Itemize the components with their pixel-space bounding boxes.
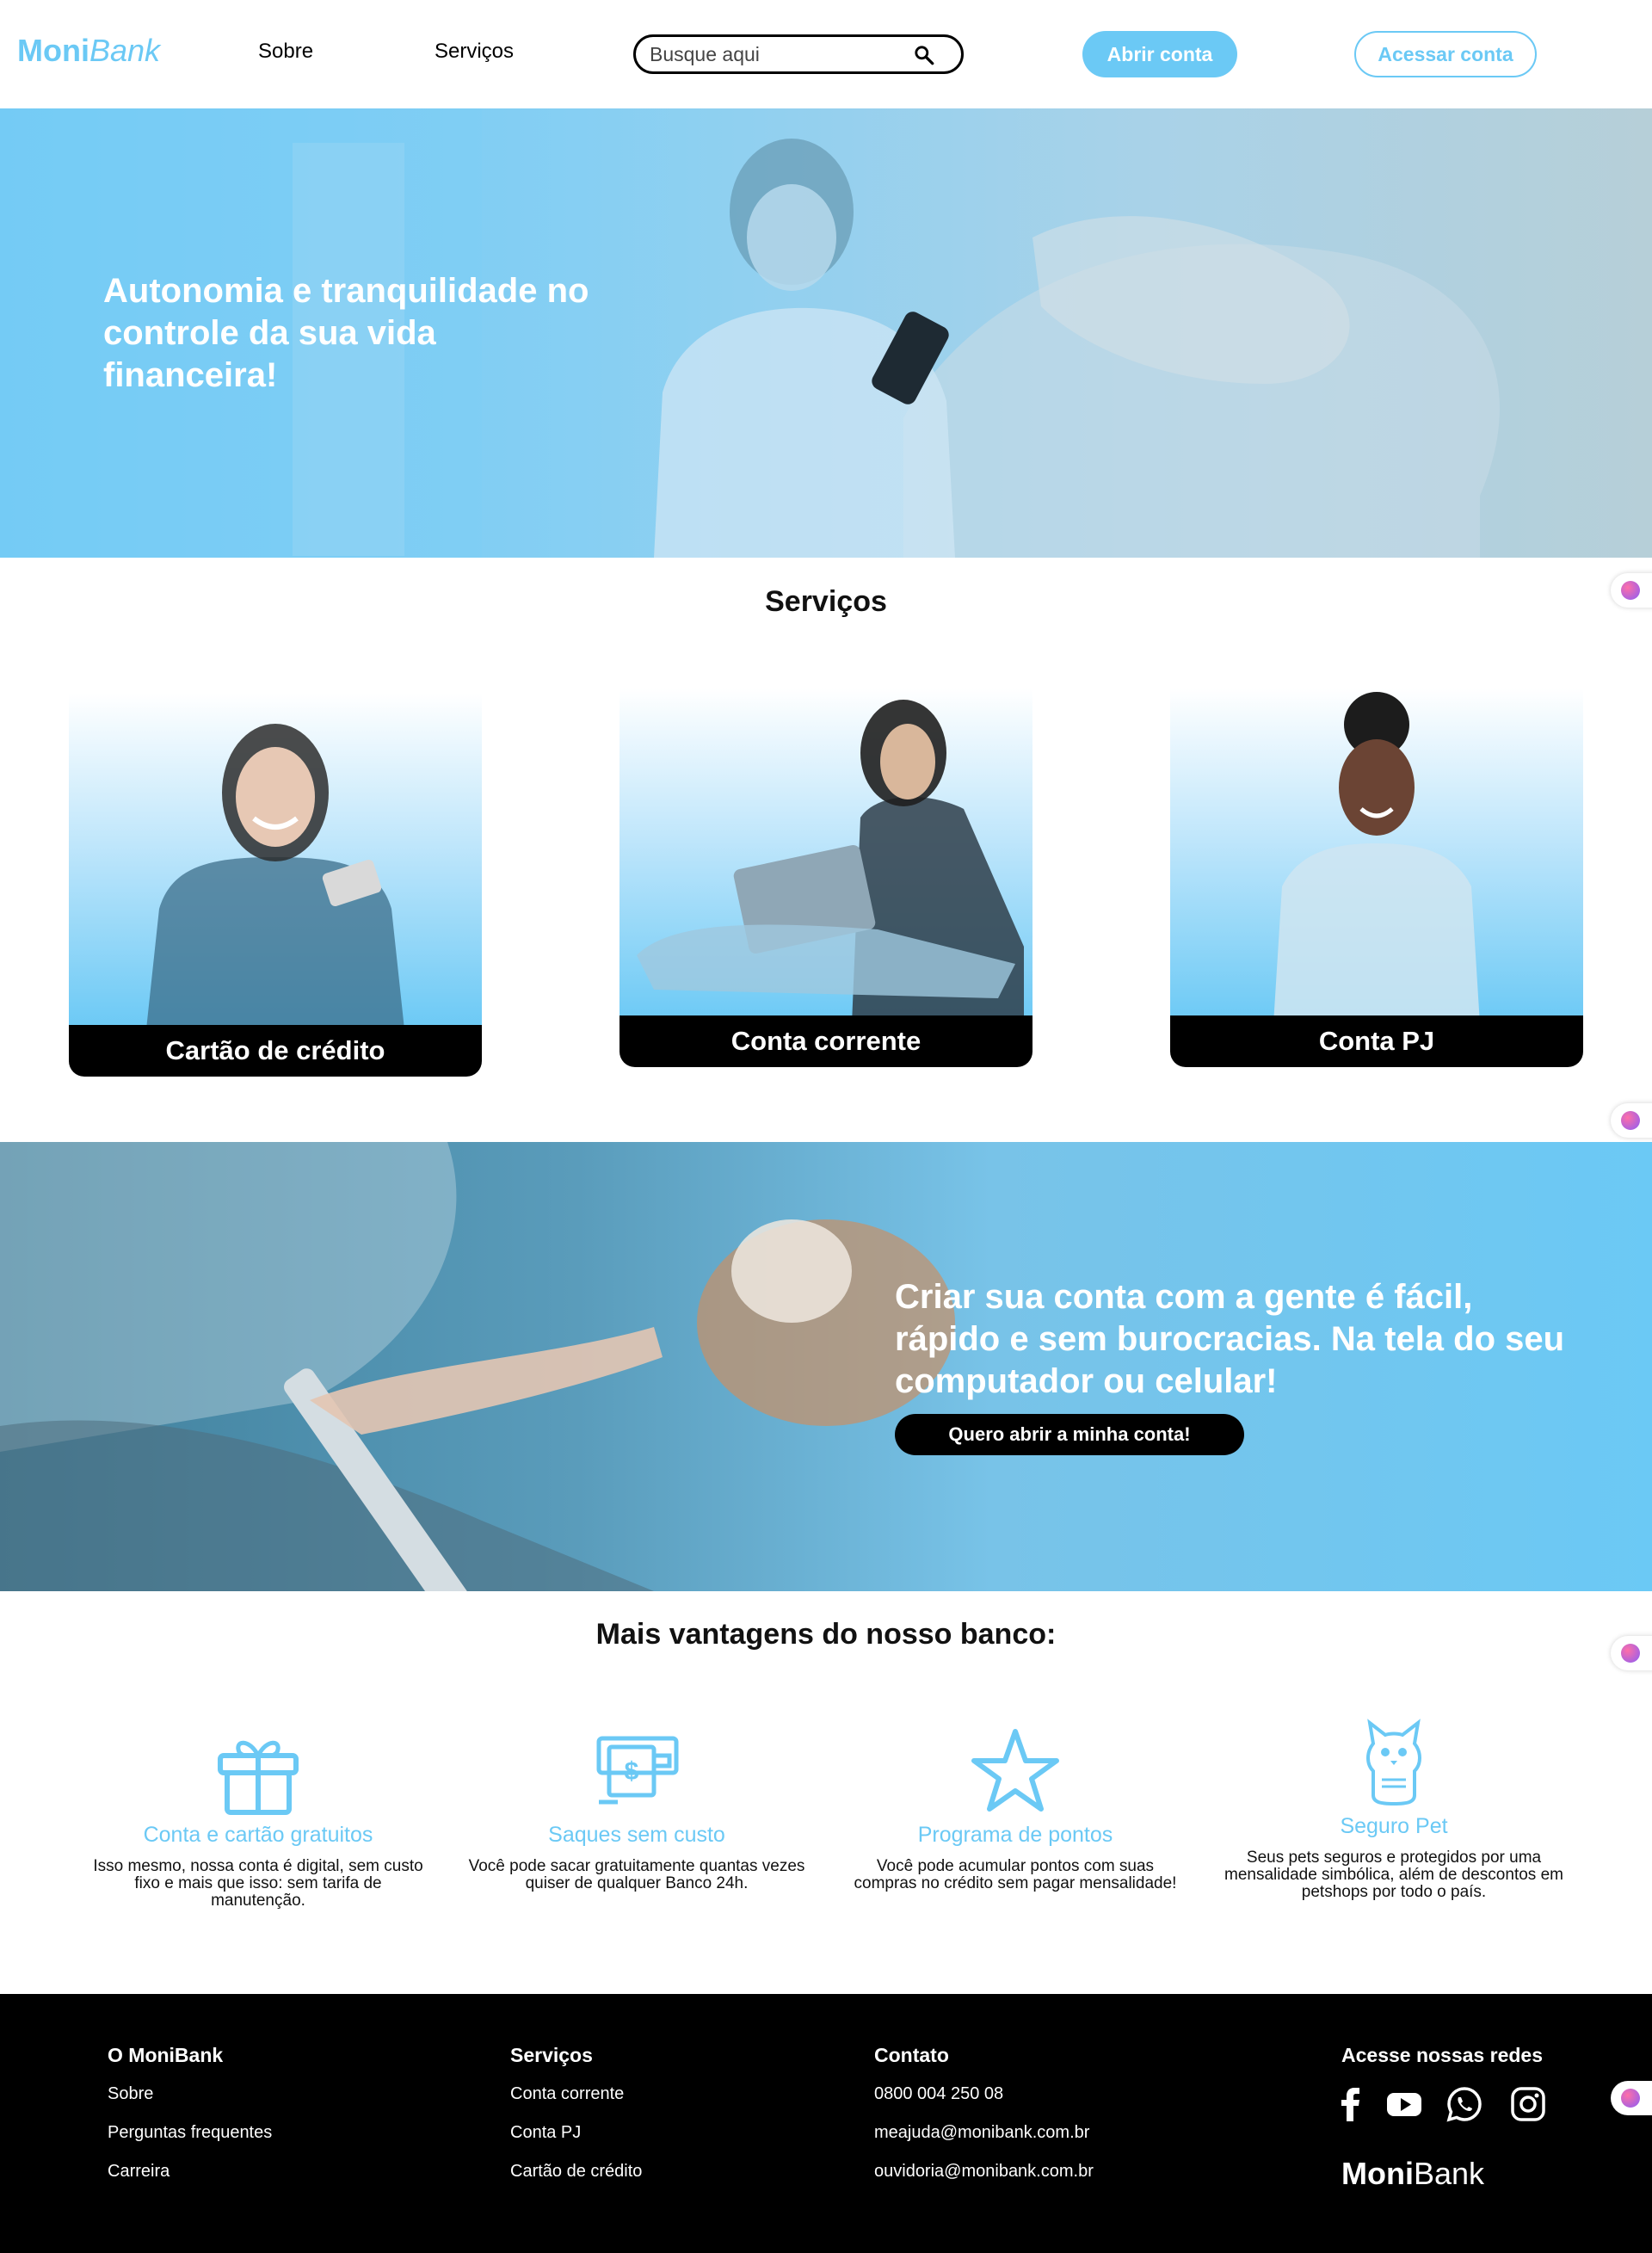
youtube-icon[interactable] <box>1385 2085 1423 2123</box>
service-card-pj-account[interactable]: Conta PJ <box>1170 688 1583 1067</box>
footer-heading: O MoniBank <box>108 2044 224 2066</box>
woman-with-card-photo <box>146 724 404 1029</box>
advantage-item: Seguro Pet Seus pets seguros e protegido… <box>1222 1718 1566 1901</box>
site-header: MoniBank Sobre Serviços Abrir conta Aces… <box>0 0 1652 108</box>
advantage-text: Seus pets seguros e protegidos por uma m… <box>1224 1849 1563 1901</box>
footer-link-carreira[interactable]: Carreira <box>108 2162 272 2182</box>
service-card-image <box>1170 688 1583 1024</box>
promo-banner: Criar sua conta com a gente é fácil, ráp… <box>0 1142 1652 1591</box>
service-card-label: Conta corrente <box>620 1015 1032 1067</box>
cash-withdraw-icon: $ <box>596 1736 679 1805</box>
floating-widget-button[interactable] <box>1611 573 1652 608</box>
cat-icon <box>1366 1719 1421 1806</box>
advantage-text: Isso mesmo, nossa conta é digital, sem c… <box>93 1857 423 1910</box>
footer-email-help[interactable]: meajuda@monibank.com.br <box>874 2123 1094 2143</box>
monibank-logo[interactable]: MoniBank <box>17 33 160 69</box>
advantage-title: Programa de pontos <box>917 1823 1113 1847</box>
footer-link-faq[interactable]: Perguntas frequentes <box>108 2123 272 2143</box>
footer-social-heading: Acesse nossas redes <box>1341 2044 1543 2066</box>
search-input[interactable] <box>650 42 908 66</box>
open-my-account-button[interactable]: Quero abrir a minha conta! <box>895 1414 1244 1455</box>
advantage-title: Saques sem custo <box>548 1823 725 1847</box>
service-card-image <box>620 688 1032 1024</box>
service-card-image <box>69 694 482 1029</box>
advantage-title: Seguro Pet <box>1340 1814 1448 1838</box>
advantages-title: Mais vantagens do nosso banco: <box>595 1618 1057 1651</box>
site-footer: O MoniBank Sobre Perguntas frequentes Ca… <box>0 1994 1652 2253</box>
advantage-text: Você pode sacar gratuitamente quantas ve… <box>468 1857 805 1892</box>
service-card-label: Cartão de crédito <box>69 1025 482 1077</box>
nav-servicos-link[interactable]: Serviços <box>435 40 514 64</box>
footer-link-sobre[interactable]: Sobre <box>108 2084 272 2104</box>
footer-heading: Serviços <box>510 2044 593 2066</box>
footer-logo: MoniBank <box>1341 2156 1485 2191</box>
footer-column-monibank: O MoniBank Sobre Perguntas frequentes Ca… <box>108 2044 272 2201</box>
hero-title: Autonomia e tranquilidade no controle da… <box>103 272 589 394</box>
service-card-label: Conta PJ <box>1170 1015 1583 1067</box>
floating-widget-button[interactable] <box>1611 2081 1652 2115</box>
access-account-button[interactable]: Acessar conta <box>1354 31 1537 77</box>
hero-banner: Autonomia e tranquilidade no controle da… <box>0 108 1652 558</box>
whatsapp-icon[interactable] <box>1446 2085 1483 2123</box>
footer-heading: Contato <box>874 2044 949 2066</box>
instagram-icon[interactable] <box>1509 2085 1547 2123</box>
open-account-button[interactable]: Abrir conta <box>1082 31 1237 77</box>
brain-icon <box>1621 1644 1640 1663</box>
advantage-item: $ Saques sem custo Você pode sacar gratu… <box>465 1726 809 1892</box>
services-title: Serviços <box>765 585 887 618</box>
brain-icon <box>1621 2089 1640 2108</box>
footer-phone[interactable]: 0800 004 250 08 <box>874 2084 1094 2104</box>
brain-icon <box>1621 581 1640 600</box>
footer-link-conta-corrente[interactable]: Conta corrente <box>510 2084 642 2104</box>
advantage-text: Você pode acumular pontos com suas compr… <box>854 1857 1177 1892</box>
floating-widget-button[interactable] <box>1611 1103 1652 1138</box>
nav-sobre-link[interactable]: Sobre <box>258 40 313 64</box>
facebook-icon[interactable] <box>1332 2085 1370 2123</box>
man-with-laptop-photo <box>637 700 1024 1024</box>
service-card-credit-card[interactable]: Cartão de crédito <box>69 694 482 1077</box>
footer-link-conta-pj[interactable]: Conta PJ <box>510 2123 642 2143</box>
advantage-title: Conta e cartão gratuitos <box>143 1823 373 1847</box>
advantage-item: Conta e cartão gratuitos Isso mesmo, nos… <box>86 1726 430 1910</box>
gift-icon <box>218 1740 299 1815</box>
footer-email-ombudsman[interactable]: ouvidoria@monibank.com.br <box>874 2162 1094 2182</box>
advantage-item: Programa de pontos Você pode acumular po… <box>843 1726 1187 1892</box>
footer-link-cartao[interactable]: Cartão de crédito <box>510 2162 642 2182</box>
footer-social-heading-wrap: Acesse nossas redes <box>1341 2044 1543 2084</box>
woman-with-phone-photo <box>1273 692 1480 1024</box>
footer-column-contact: Contato 0800 004 250 08 meajuda@monibank… <box>874 2044 1094 2201</box>
star-icon <box>971 1729 1059 1812</box>
brain-icon <box>1621 1111 1640 1130</box>
search-icon[interactable] <box>913 44 935 66</box>
svg-text:$: $ <box>625 1757 639 1786</box>
footer-column-services: Serviços Conta corrente Conta PJ Cartão … <box>510 2044 642 2201</box>
search-box <box>633 34 964 74</box>
floating-widget-button[interactable] <box>1611 1636 1652 1670</box>
service-card-checking-account[interactable]: Conta corrente <box>620 688 1032 1067</box>
promo-title: Criar sua conta com a gente é fácil, ráp… <box>895 1278 1565 1400</box>
